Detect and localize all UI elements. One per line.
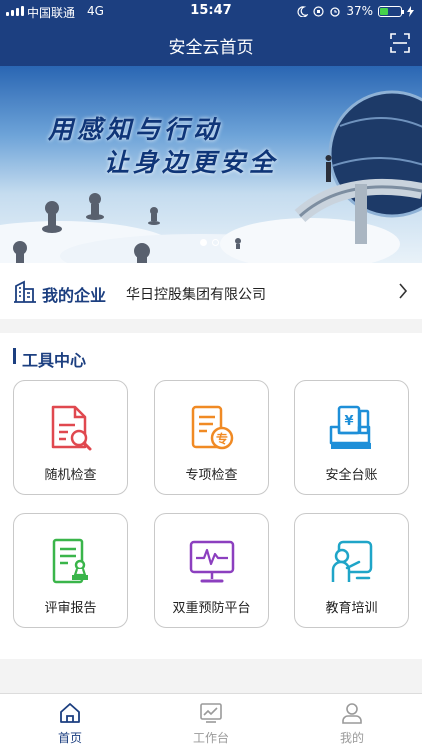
building-icon [14,280,36,303]
alarm-icon [330,7,340,17]
tool-random-check[interactable]: 随机检查 [13,380,128,495]
tool-label: 教育培训 [325,601,378,616]
tool-label: 随机检查 [44,468,97,483]
status-right: 37% [297,4,414,18]
tool-review-report[interactable]: 评审报告 [13,513,128,628]
banner-slogan-line1: 用感知与行动 [48,115,223,144]
tool-label: 专项检查 [185,468,238,483]
tab-home[interactable]: 首页 [0,694,140,750]
bottom-tab-bar: 首页 工作台 我的 [0,693,422,750]
carousel-dot[interactable] [212,239,219,246]
tool-label: 双重预防平台 [172,601,251,616]
tool-center: 工具中心 随机检查 专 专项检查 ¥ 安全台账 评审报告 双重预防平台 教育培训 [0,333,422,659]
tool-center-title: 工具中心 [22,351,87,370]
tab-profile[interactable]: 我的 [282,694,422,750]
tab-label: 首页 [57,731,82,745]
chevron-right-icon[interactable] [398,283,408,299]
my-company-label: 我的企业 [42,286,107,305]
battery-icon [378,5,404,17]
banner-slogan-line2: 让身边更安全 [104,148,279,177]
profile-icon [342,703,362,724]
tool-safety-ledger[interactable]: ¥ 安全台账 [294,380,409,495]
my-company-row[interactable]: 我的企业 华日控股集团有限公司 [0,263,422,319]
workbench-icon [200,703,222,723]
status-bar: 中国联通 4G 15:47 37% [0,0,422,22]
app-screen: 中国联通 4G 15:47 37% 安全云首页 用感知与行动 让身边更安全 我的… [0,0,422,750]
tool-training[interactable]: 教育培训 [294,513,409,628]
company-name: 华日控股集团有限公司 [126,287,266,303]
home-icon [60,703,80,723]
top-bar: 中国联通 4G 15:47 37% 安全云首页 [0,0,422,66]
carousel-dot[interactable] [200,239,207,246]
random-check-icon [51,405,92,451]
training-icon [331,540,373,582]
tool-special-check[interactable]: 专 专项检查 [154,380,269,495]
carousel-indicator [200,239,219,246]
scan-icon[interactable] [390,33,410,53]
tab-label: 我的 [339,731,364,745]
svg-text:专: 专 [216,431,228,446]
rotation-lock-icon [313,5,324,17]
tool-dual-prevention[interactable]: 双重预防平台 [154,513,269,628]
charging-icon [407,5,414,17]
tool-label: 安全台账 [325,468,378,483]
review-report-icon [52,538,88,584]
svg-text:¥: ¥ [344,414,353,429]
tab-label: 工作台 [192,731,229,745]
dual-prevention-icon [189,540,235,583]
banner-carousel[interactable]: 用感知与行动 让身边更安全 [0,66,422,263]
page-title: 安全云首页 [168,38,254,58]
moon-icon [297,5,309,17]
tab-workbench[interactable]: 工作台 [141,694,281,750]
safety-ledger-icon: ¥ [329,405,371,449]
section-marker [13,348,16,364]
special-check-icon: 专 [191,405,234,450]
battery-percent: 37% [346,4,373,18]
tool-label: 评审报告 [44,601,97,616]
